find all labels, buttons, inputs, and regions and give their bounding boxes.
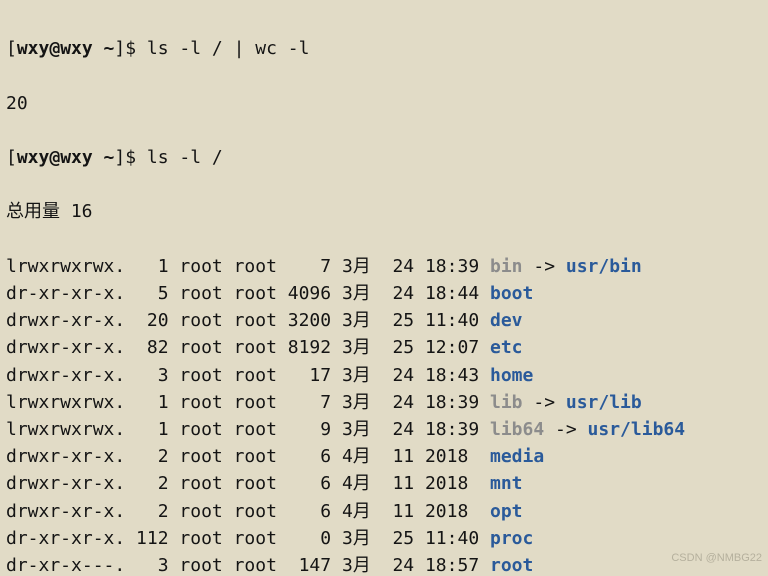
entry-name: lib64 [490,419,544,440]
total-line: 总用量 16 [6,198,762,225]
row-meta: dr-xr-xr-x. 5 root root 4096 3月 24 18:44 [6,283,490,304]
row-meta: lrwxrwxrwx. 1 root root 7 3月 24 18:39 [6,392,490,413]
watermark: CSDN @NMBG22 [671,545,762,572]
command-1: ls -l / | wc -l [147,38,310,59]
row-meta: drwxr-xr-x. 2 root root 6 4月 11 2018 [6,501,490,522]
row-meta: dr-xr-x---. 3 root root 147 3月 24 18:57 [6,555,490,576]
list-row-lib: lrwxrwxrwx. 1 root root 7 3月 24 18:39 li… [6,389,762,416]
link-target: usr/bin [566,256,642,277]
row-meta: drwxr-xr-x. 2 root root 6 4月 11 2018 [6,446,490,467]
prompt-line-1[interactable]: [wxy@wxy ~]$ ls -l / | wc -l [6,35,762,62]
list-row-mnt: drwxr-xr-x. 2 root root 6 4月 11 2018 mnt [6,470,762,497]
bracket-close: ]$ [114,38,147,59]
list-row-media: drwxr-xr-x. 2 root root 6 4月 11 2018 med… [6,443,762,470]
arrow-icon: -> [544,419,587,440]
row-meta: drwxr-xr-x. 2 root root 6 4月 11 2018 [6,473,490,494]
row-meta: drwxr-xr-x. 3 root root 17 3月 24 18:43 [6,365,490,386]
entry-name: etc [490,337,523,358]
row-meta: drwxr-xr-x. 20 root root 3200 3月 25 11:4… [6,310,490,331]
entry-name: mnt [490,473,523,494]
list-row-etc: drwxr-xr-x. 82 root root 8192 3月 25 12:0… [6,334,762,361]
list-row-root: dr-xr-x---. 3 root root 147 3月 24 18:57 … [6,552,762,576]
entry-name: boot [490,283,533,304]
entry-name: home [490,365,533,386]
row-meta: lrwxrwxrwx. 1 root root 9 3月 24 18:39 [6,419,490,440]
list-row-home: drwxr-xr-x. 3 root root 17 3月 24 18:43 h… [6,362,762,389]
entry-name: lib [490,392,523,413]
row-meta: lrwxrwxrwx. 1 root root 7 3月 24 18:39 [6,256,490,277]
list-row-dev: drwxr-xr-x. 20 root root 3200 3月 25 11:4… [6,307,762,334]
user-host: wxy@wxy [17,38,93,59]
row-meta: drwxr-xr-x. 82 root root 8192 3月 25 12:0… [6,337,490,358]
bracket-open: [ [6,38,17,59]
list-row-proc: dr-xr-xr-x. 112 root root 0 3月 25 11:40 … [6,525,762,552]
entry-name: dev [490,310,523,331]
command-2: ls -l / [147,147,223,168]
list-row-opt: drwxr-xr-x. 2 root root 6 4月 11 2018 opt [6,498,762,525]
entry-name: opt [490,501,523,522]
list-row-boot: dr-xr-xr-x. 5 root root 4096 3月 24 18:44… [6,280,762,307]
cwd: ~ [104,38,115,59]
file-listing: lrwxrwxrwx. 1 root root 7 3月 24 18:39 bi… [6,253,762,576]
link-target: usr/lib64 [588,419,686,440]
list-row-lib64: lrwxrwxrwx. 1 root root 9 3月 24 18:39 li… [6,416,762,443]
list-row-bin: lrwxrwxrwx. 1 root root 7 3月 24 18:39 bi… [6,253,762,280]
wc-result: 20 [6,90,762,117]
row-meta: dr-xr-xr-x. 112 root root 0 3月 25 11:40 [6,528,490,549]
prompt-line-2[interactable]: [wxy@wxy ~]$ ls -l / [6,144,762,171]
link-target: usr/lib [566,392,642,413]
arrow-icon: -> [523,256,566,277]
entry-name: bin [490,256,523,277]
terminal-output: [wxy@wxy ~]$ ls -l / | wc -l 20 [wxy@wxy… [0,0,768,576]
entry-name: root [490,555,533,576]
arrow-icon: -> [523,392,566,413]
entry-name: proc [490,528,533,549]
entry-name: media [490,446,544,467]
